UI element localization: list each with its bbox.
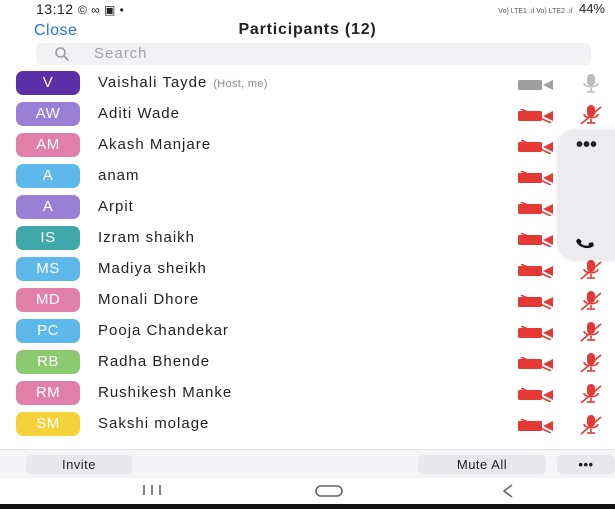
video-off-icon[interactable] xyxy=(517,419,555,433)
participant-row[interactable]: MD Monali Dhore xyxy=(0,285,615,316)
status-indicators: Vo) LTE1 .ıl Vo) LTE2 .ıl 44% xyxy=(498,1,605,16)
mic-muted-icon[interactable] xyxy=(579,383,603,405)
status-bar: 13:12 © ∞ ▣ • Vo) LTE1 .ıl Vo) LTE2 .ıl … xyxy=(0,0,615,17)
mic-muted-icon[interactable] xyxy=(579,321,603,343)
home-icon[interactable] xyxy=(315,485,343,497)
mute-all-button[interactable]: Mute All xyxy=(418,455,546,474)
mic-muted-icon[interactable] xyxy=(579,414,603,436)
participant-row[interactable]: AW Aditi Wade xyxy=(0,99,615,130)
screen-bottom-edge xyxy=(0,504,615,509)
avatar: RM xyxy=(16,381,80,405)
avatar: A xyxy=(16,164,80,188)
search-input[interactable] xyxy=(92,44,576,63)
video-off-icon[interactable] xyxy=(517,357,555,371)
participant-name: Vaishali Tayde (Host, me) xyxy=(98,74,268,91)
participant-name-text: Vaishali Tayde xyxy=(98,74,208,91)
participant-row[interactable]: RM Rushikesh Manke xyxy=(0,378,615,409)
mic-muted-icon[interactable] xyxy=(579,259,603,281)
phone-icon[interactable] xyxy=(575,234,597,252)
participant-name: Rushikesh Manke xyxy=(98,384,232,401)
avatar: IS xyxy=(16,226,80,250)
avatar: AW xyxy=(16,102,80,126)
participant-name-text: Aditi Wade xyxy=(98,105,180,122)
search-bar[interactable] xyxy=(36,43,591,65)
participant-name: Arpit xyxy=(98,198,134,215)
participant-name-text: Radha Bhende xyxy=(98,353,211,370)
participant-name-text: Izram shaikh xyxy=(98,229,196,246)
participant-row[interactable]: Aanam xyxy=(0,161,615,192)
participant-row[interactable]: RB Radha Bhende xyxy=(0,347,615,378)
avatar: AM xyxy=(16,133,80,157)
status-time: 13:12 © ∞ ▣ • xyxy=(36,1,125,17)
participant-name-text: Sakshi molage xyxy=(98,415,210,432)
search-icon xyxy=(55,47,69,61)
avatar: MD xyxy=(16,288,80,312)
participant-name-text: Akash Manjare xyxy=(98,136,212,153)
participant-name: Radha Bhende xyxy=(98,353,210,370)
participant-name: Sakshi molage xyxy=(98,415,209,432)
participant-name-text: Madiya sheikh xyxy=(98,260,207,277)
participant-row[interactable]: PC Pooja Chandekar xyxy=(0,316,615,347)
system-nav-bar xyxy=(0,478,615,504)
host-tag: (Host, me) xyxy=(213,78,268,90)
video-off-icon[interactable] xyxy=(517,202,555,216)
participant-name-text: Monali Dhore xyxy=(98,291,200,308)
mic-muted-icon[interactable] xyxy=(579,352,603,374)
participant-row[interactable]: IS Izram shaikh xyxy=(0,223,615,254)
participant-name: Izram shaikh xyxy=(98,229,195,246)
participant-name-text: anam xyxy=(98,167,140,184)
network-indicator: Vo) LTE1 .ıl Vo) LTE2 .ıl xyxy=(498,8,573,15)
avatar: MS xyxy=(16,257,80,281)
video-off-icon[interactable] xyxy=(517,295,555,309)
mic-muted-icon[interactable] xyxy=(579,104,603,126)
more-options-button[interactable]: ••• xyxy=(557,455,615,474)
recents-icon[interactable] xyxy=(140,483,164,497)
participant-row[interactable]: SM Sakshi molage xyxy=(0,409,615,440)
video-off-icon[interactable] xyxy=(517,388,555,402)
video-off-icon[interactable] xyxy=(517,264,555,278)
participant-name-text: Rushikesh Manke xyxy=(98,384,233,401)
mic-on-icon[interactable] xyxy=(579,73,603,95)
participant-row[interactable]: MS Madiya sheikh xyxy=(0,254,615,285)
participant-name: Madiya sheikh xyxy=(98,260,207,277)
avatar: PC xyxy=(16,319,80,343)
avatar: RB xyxy=(16,350,80,374)
participant-row[interactable]: AM Akash Manjare xyxy=(0,130,615,161)
participant-name: Monali Dhore xyxy=(98,291,199,308)
avatar: SM xyxy=(16,412,80,436)
participant-name-text: Pooja Chandekar xyxy=(98,322,229,339)
page-title: Participants (12) xyxy=(238,21,377,38)
participant-name: anam xyxy=(98,167,140,184)
back-icon[interactable] xyxy=(500,483,516,499)
video-off-icon[interactable] xyxy=(517,171,555,185)
video-off-icon[interactable] xyxy=(517,233,555,247)
video-off-icon[interactable] xyxy=(517,140,555,154)
video-on-icon[interactable] xyxy=(517,78,555,92)
avatar: A xyxy=(16,195,80,219)
participant-name: Aditi Wade xyxy=(98,105,180,122)
side-more-button[interactable]: ••• xyxy=(558,134,615,157)
avatar: V xyxy=(16,71,80,95)
participant-name: Akash Manjare xyxy=(98,136,211,153)
video-off-icon[interactable] xyxy=(517,326,555,340)
floating-side-panel: ••• xyxy=(558,130,615,260)
mic-muted-icon[interactable] xyxy=(579,290,603,312)
invite-button[interactable]: Invite xyxy=(26,455,132,474)
participant-row[interactable]: V Vaishali Tayde (Host, me) xyxy=(0,68,615,99)
participant-name: Pooja Chandekar xyxy=(98,322,229,339)
participant-row[interactable]: A Arpit xyxy=(0,192,615,223)
header: Close Participants (12) xyxy=(0,16,615,46)
video-off-icon[interactable] xyxy=(517,109,555,123)
bottom-action-bar: Invite Mute All ••• xyxy=(0,449,615,478)
participant-name-text: Arpit xyxy=(98,198,134,215)
battery-level: 44% xyxy=(578,1,605,16)
